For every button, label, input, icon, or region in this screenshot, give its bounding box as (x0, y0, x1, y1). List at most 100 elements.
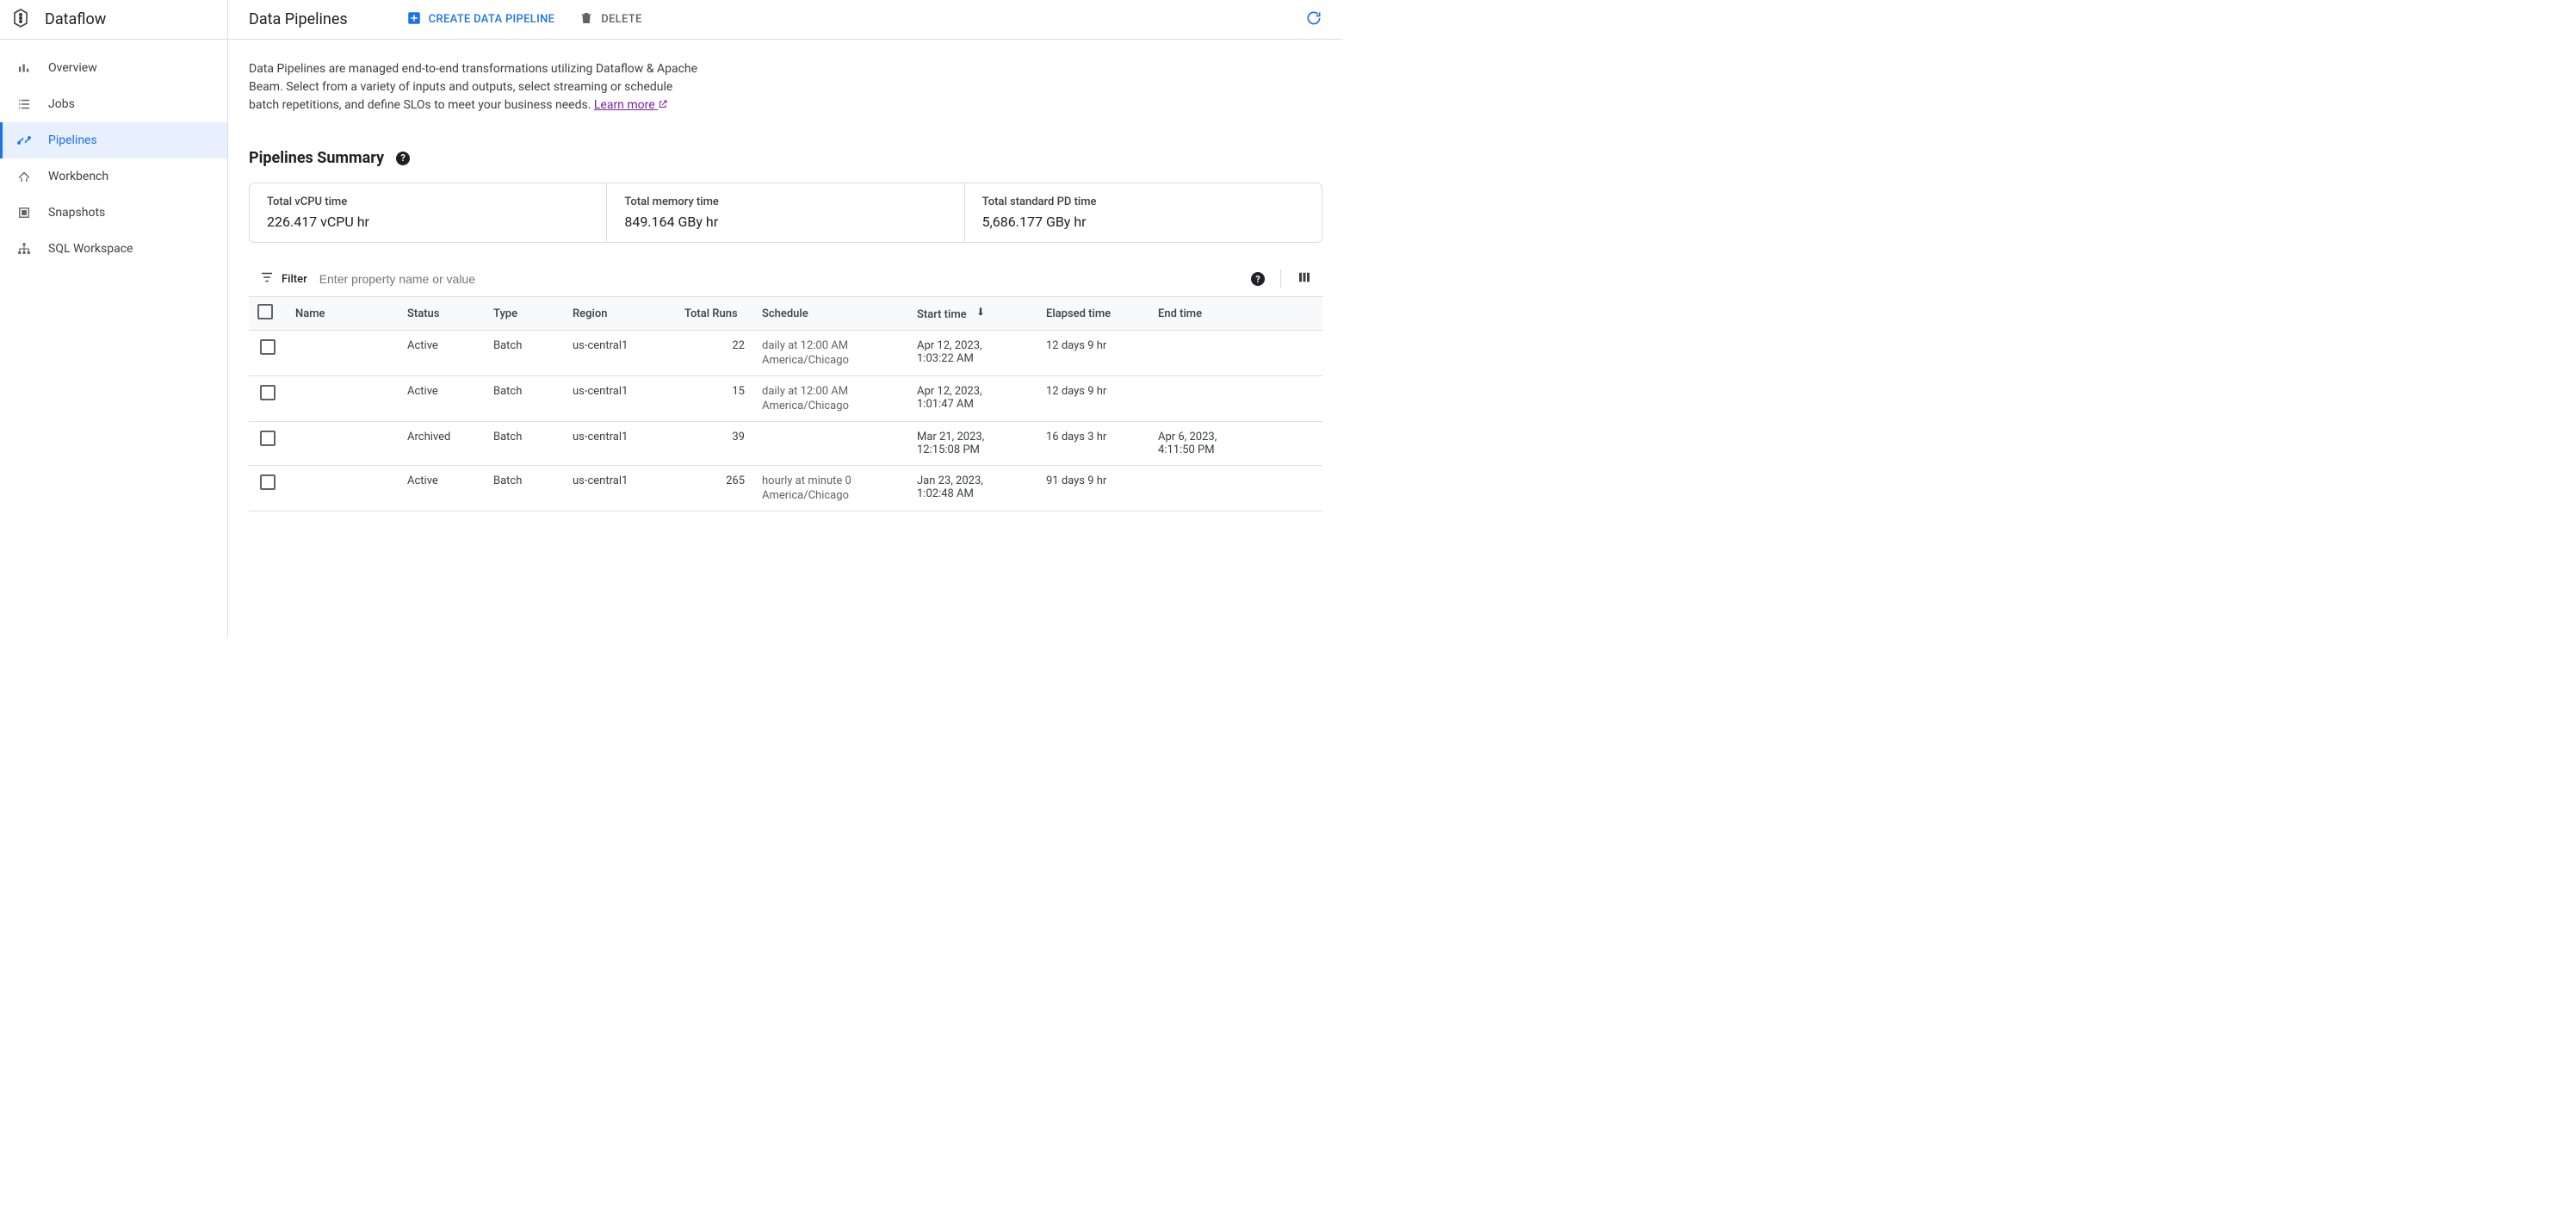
cell-start-time: Apr 12, 2023, 1:01:47 AM (908, 376, 1037, 422)
create-pipeline-button[interactable]: CREATE DATA PIPELINE (406, 10, 555, 29)
end-time-line-2: 4:11:50 PM (1158, 443, 1314, 456)
table-row[interactable]: Active Batch us-central1 265 hourly at m… (249, 466, 1322, 511)
external-link-icon (658, 98, 668, 112)
product-name: Dataflow (45, 10, 106, 28)
main-content: Data Pipelines CREATE DATA PIPELINE DELE… (228, 0, 1343, 637)
schedule-text: daily at 12:00 AM (762, 339, 900, 352)
stat-vcpu: Total vCPU time 226.417 vCPU hr (250, 183, 607, 242)
sidebar-item-label: Pipelines (48, 133, 97, 147)
plus-box-icon (406, 10, 422, 29)
col-end-time[interactable]: End time (1149, 297, 1322, 331)
row-checkbox[interactable] (260, 339, 276, 355)
columns-icon (1297, 276, 1312, 288)
delete-label: DELETE (601, 13, 641, 26)
trash-icon (579, 10, 594, 29)
col-type[interactable]: Type (485, 297, 564, 331)
cell-status: Archived (399, 422, 485, 466)
sidebar-nav: Overview Jobs Pipelines Workbench (0, 40, 227, 267)
cell-elapsed: 12 days 9 hr (1037, 331, 1149, 376)
summary-title: Pipelines Summary ? (249, 149, 1322, 167)
start-time-line-2: 1:01:47 AM (917, 398, 1029, 411)
cell-region: us-central1 (564, 422, 676, 466)
cell-total-runs: 39 (676, 422, 753, 466)
col-status[interactable]: Status (399, 297, 485, 331)
col-schedule[interactable]: Schedule (753, 297, 908, 331)
separator (1280, 270, 1281, 288)
stat-memory: Total memory time 849.164 GBy hr (607, 183, 964, 242)
cell-end-time (1149, 466, 1322, 511)
refresh-icon (1305, 17, 1322, 30)
cell-schedule (753, 422, 908, 466)
sidebar-item-overview[interactable]: Overview (0, 50, 227, 86)
row-checkbox[interactable] (260, 474, 276, 490)
sidebar-item-label: Workbench (48, 170, 108, 183)
list-icon (15, 96, 33, 113)
refresh-button[interactable] (1305, 9, 1322, 30)
sidebar-item-workbench[interactable]: Workbench (0, 158, 227, 195)
col-start-time[interactable]: Start time (908, 297, 1037, 331)
row-checkbox[interactable] (260, 431, 276, 446)
cell-end-time: Apr 6, 2023, 4:11:50 PM (1149, 422, 1322, 466)
schedule-tz: America/Chicago (762, 400, 900, 412)
row-checkbox[interactable] (260, 385, 276, 400)
cell-total-runs: 22 (676, 331, 753, 376)
sidebar-item-label: Snapshots (48, 206, 105, 220)
start-time-line-1: Mar 21, 2023, (917, 431, 1029, 443)
start-time-line-2: 1:03:22 AM (917, 352, 1029, 365)
page-header: Data Pipelines CREATE DATA PIPELINE DELE… (228, 0, 1343, 40)
cell-elapsed: 91 days 9 hr (1037, 466, 1149, 511)
stat-label: Total memory time (624, 195, 946, 208)
summary-title-text: Pipelines Summary (249, 149, 384, 167)
cell-name (287, 466, 399, 511)
filter-bar: Filter ? (249, 262, 1322, 296)
cell-name (287, 376, 399, 422)
cell-type: Batch (485, 331, 564, 376)
start-time-line-2: 12:15:08 PM (917, 443, 1029, 456)
filter-label: Filter (259, 270, 307, 288)
col-region[interactable]: Region (564, 297, 676, 331)
cell-status: Active (399, 331, 485, 376)
col-total-runs[interactable]: Total Runs (676, 297, 753, 331)
select-all-checkbox[interactable] (257, 304, 273, 319)
cell-end-time (1149, 376, 1322, 422)
delete-button[interactable]: DELETE (579, 10, 641, 29)
filter-input[interactable] (316, 269, 1242, 289)
page-description: Data Pipelines are managed end-to-end tr… (249, 60, 705, 115)
cell-region: us-central1 (564, 376, 676, 422)
help-icon[interactable]: ? (396, 152, 410, 165)
cell-start-time: Jan 23, 2023, 1:02:48 AM (908, 466, 1037, 511)
table-row[interactable]: Active Batch us-central1 22 daily at 12:… (249, 331, 1322, 376)
sidebar-item-snapshots[interactable]: Snapshots (0, 195, 227, 231)
sidebar-item-jobs[interactable]: Jobs (0, 86, 227, 122)
learn-more-label: Learn more (594, 98, 655, 112)
learn-more-link[interactable]: Learn more (594, 98, 668, 112)
table-row[interactable]: Archived Batch us-central1 39 Mar 21, 20… (249, 422, 1322, 466)
col-start-time-label: Start time (917, 308, 967, 321)
sidebar-item-pipelines[interactable]: Pipelines (0, 122, 227, 158)
sidebar-item-sql-workspace[interactable]: SQL Workspace (0, 231, 227, 267)
col-elapsed[interactable]: Elapsed time (1037, 297, 1149, 331)
stat-label: Total standard PD time (982, 195, 1304, 208)
columns-button[interactable] (1297, 270, 1312, 288)
snapshot-icon (15, 204, 33, 221)
cell-region: us-central1 (564, 331, 676, 376)
col-name[interactable]: Name (287, 297, 399, 331)
cell-name (287, 422, 399, 466)
cell-total-runs: 265 (676, 466, 753, 511)
cell-total-runs: 15 (676, 376, 753, 422)
start-time-line-1: Jan 23, 2023, (917, 474, 1029, 487)
cell-status: Active (399, 376, 485, 422)
stat-value: 849.164 GBy hr (624, 214, 946, 230)
tree-icon (15, 240, 33, 257)
schedule-text: daily at 12:00 AM (762, 385, 900, 398)
cell-schedule: daily at 12:00 AM America/Chicago (753, 376, 908, 422)
sidebar-item-label: Jobs (48, 97, 75, 111)
workbench-icon (15, 168, 33, 185)
cell-schedule: hourly at minute 0 America/Chicago (753, 466, 908, 511)
filter-help-icon[interactable]: ? (1251, 272, 1265, 286)
table-row[interactable]: Active Batch us-central1 15 daily at 12:… (249, 376, 1322, 422)
schedule-tz: America/Chicago (762, 489, 900, 502)
schedule-text: hourly at minute 0 (762, 474, 900, 487)
stat-pd: Total standard PD time 5,686.177 GBy hr (965, 183, 1322, 242)
sidebar-item-label: SQL Workspace (48, 242, 133, 256)
